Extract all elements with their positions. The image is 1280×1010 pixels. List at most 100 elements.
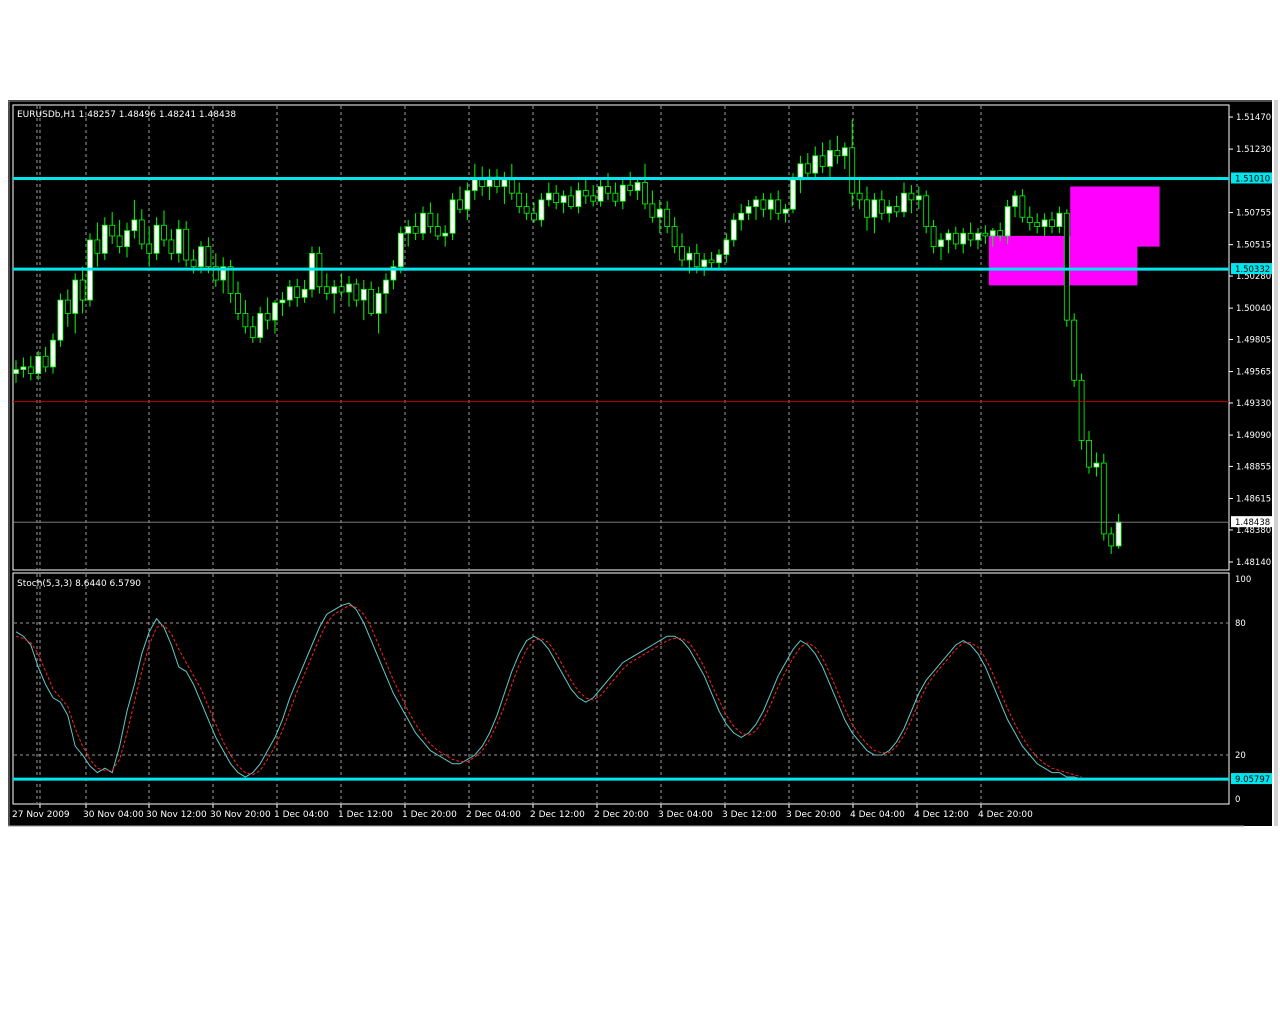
bull-candle-body	[13, 369, 19, 374]
time-label: 30 Nov 12:00	[146, 810, 207, 820]
bull-candle-body	[72, 279, 79, 314]
bear-candle-body	[79, 279, 86, 301]
time-label: 1 Dec 20:00	[402, 810, 457, 820]
bear-candle-body	[190, 259, 197, 268]
candle	[1078, 373, 1085, 450]
bull-candle-body	[501, 179, 508, 187]
bear-candle-body	[568, 195, 574, 207]
time-label: 2 Dec 20:00	[594, 810, 649, 820]
bear-candle-body	[64, 299, 71, 314]
bull-candle-body	[753, 199, 759, 207]
bear-candle-body	[997, 230, 1004, 237]
bear-candle-body	[1019, 195, 1026, 218]
bull-candle-body	[57, 299, 64, 341]
price-tick-label: 1.49805	[1236, 336, 1271, 346]
bull-candle-body	[301, 288, 308, 298]
bear-candle-body	[353, 283, 360, 301]
bull-candle-body	[812, 155, 819, 174]
price-tick-label: 1.48140	[1236, 558, 1271, 568]
symbol-info: EURUSDb,H1 1.48257 1.48496 1.48241 1.484…	[17, 110, 236, 120]
bull-candle-body	[1115, 521, 1122, 547]
bear-candle-body	[531, 212, 537, 221]
bull-candle-body	[131, 219, 138, 232]
bear-candle-body	[582, 190, 589, 197]
bull-candle-body	[575, 190, 582, 207]
bull-candle-body	[597, 186, 604, 202]
price-window[interactable]	[12, 104, 1230, 571]
bull-candle-body	[286, 286, 293, 301]
price-label-text: 1.48438	[1235, 518, 1270, 528]
bull-candle-body	[619, 184, 626, 202]
bull-candle-body	[782, 208, 789, 214]
bear-candle-body	[1108, 533, 1115, 547]
bull-candle-body	[20, 366, 27, 370]
bear-candle-body	[168, 239, 175, 254]
bull-candle-body	[279, 299, 286, 304]
chart-terminal: 1.514701.512301.507551.505151.502801.500…	[8, 100, 1278, 827]
stoch-tick-label: 80	[1235, 619, 1246, 629]
stoch-tick-label: 100	[1235, 575, 1251, 585]
bear-candle-body	[849, 147, 856, 194]
bull-candle-body	[50, 339, 56, 368]
bear-candle-body	[205, 246, 212, 268]
bear-candle-body	[1086, 439, 1092, 468]
bear-candle-body	[671, 226, 678, 248]
bull-candle-body	[886, 206, 893, 214]
price-tick-label: 1.50040	[1236, 304, 1271, 314]
bear-candle-body	[627, 184, 634, 191]
bull-candle-body	[471, 179, 478, 191]
bear-candle-body	[1026, 216, 1033, 223]
price-tick-label: 1.49090	[1236, 431, 1271, 441]
price-tick-label: 1.49565	[1236, 368, 1271, 378]
bull-candle-body	[560, 195, 567, 203]
bull-candle-body	[989, 230, 996, 237]
bull-candle-body	[257, 313, 264, 338]
bear-candle-body	[294, 286, 301, 298]
candle	[1100, 453, 1107, 541]
bear-candle-body	[908, 192, 915, 201]
price-label-text: 1.51010	[1235, 174, 1270, 184]
price-tick-label: 1.51470	[1236, 113, 1271, 123]
bear-candle-body	[967, 232, 974, 241]
time-label: 3 Dec 12:00	[722, 810, 777, 820]
time-label: 4 Dec 12:00	[914, 810, 969, 820]
bear-candle-body	[708, 259, 715, 264]
bull-candle-body	[716, 254, 722, 264]
bear-candle-body	[1034, 222, 1041, 227]
price-axis: 1.514701.512301.507551.505151.502801.500…	[1229, 113, 1272, 568]
stoch-tick-label: 0	[1235, 795, 1240, 805]
bear-candle-body	[94, 239, 101, 254]
bear-candle-body	[264, 313, 271, 321]
bear-candle-body	[605, 186, 611, 194]
bear-candle-body	[427, 212, 434, 227]
bear-candle-body	[338, 286, 345, 293]
bear-candle-body	[138, 219, 145, 245]
price-tick-label: 1.48855	[1236, 462, 1271, 472]
bear-candle-body	[412, 226, 419, 234]
bear-candle-body	[553, 192, 560, 203]
bull-candle-body	[745, 206, 752, 214]
time-label: 3 Dec 20:00	[786, 810, 841, 820]
bull-candle-body	[656, 208, 663, 218]
time-label: 27 Nov 2009	[12, 810, 70, 820]
time-label: 4 Dec 04:00	[850, 810, 905, 820]
bear-candle-body	[323, 286, 330, 294]
bull-candle-body	[767, 199, 774, 210]
candle	[923, 190, 930, 234]
bull-candle-body	[975, 232, 981, 241]
zone-rectangle[interactable]	[988, 235, 1138, 286]
bear-candle-body	[679, 246, 685, 261]
bull-candle-body	[938, 239, 944, 248]
bear-candle-body	[1100, 462, 1107, 535]
bear-candle-body	[819, 155, 826, 167]
candle	[397, 226, 404, 274]
price-tick-label: 1.49330	[1236, 399, 1271, 409]
bull-candle-body	[449, 199, 456, 234]
bear-candle-body	[161, 224, 167, 241]
bull-candle-body	[375, 293, 382, 314]
bear-candle-body	[249, 326, 256, 338]
bear-candle-body	[664, 208, 671, 227]
time-label: 4 Dec 20:00	[978, 810, 1033, 820]
indicator-info: Stoch(5,3,3) 8.6440 6.5790	[17, 579, 141, 589]
bull-candle-body	[331, 286, 338, 294]
